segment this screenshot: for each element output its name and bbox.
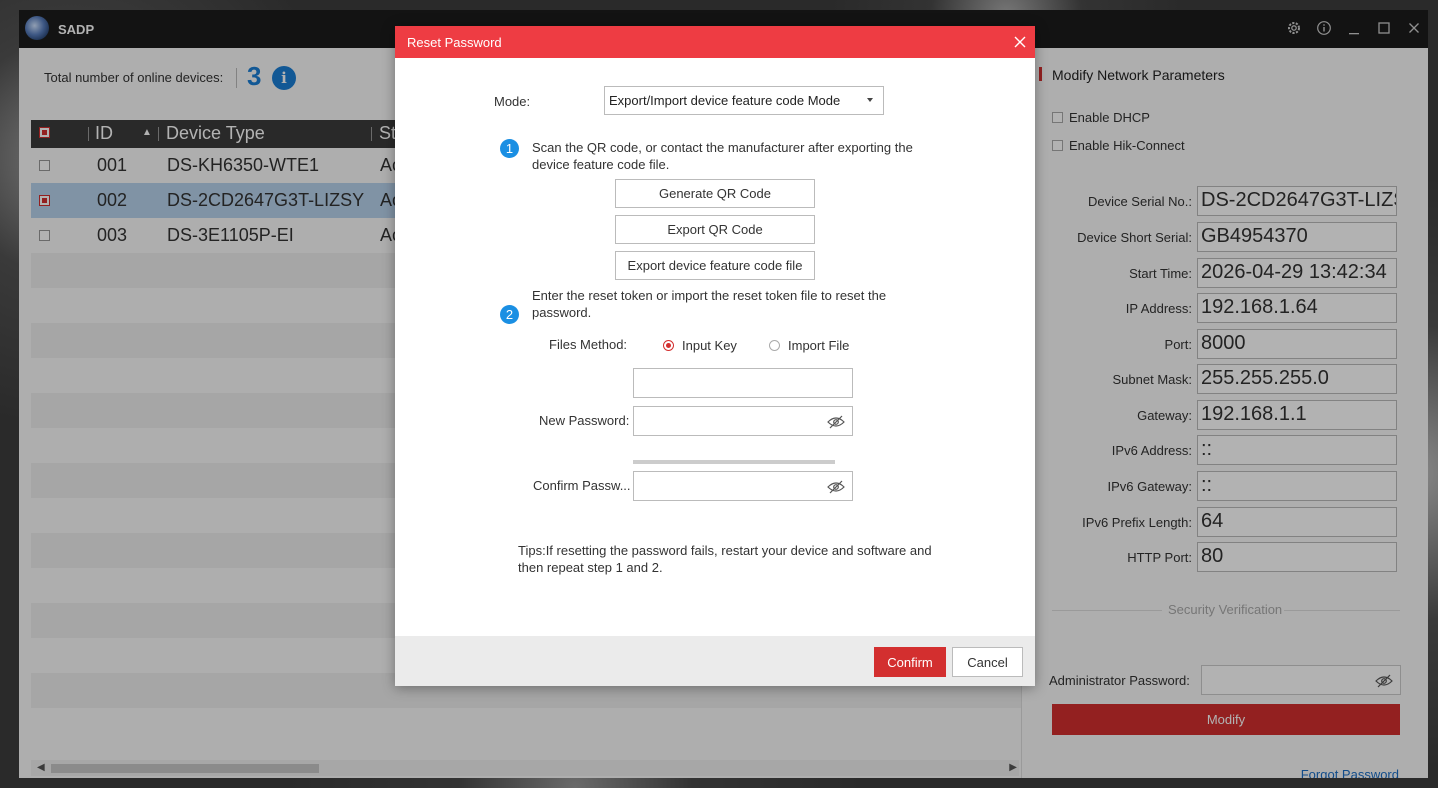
password-strength-bar	[633, 460, 835, 464]
confirm-button[interactable]: Confirm	[874, 647, 946, 677]
confirm-password-input[interactable]	[633, 471, 853, 501]
close-icon[interactable]	[1014, 31, 1026, 51]
generate-qr-code-button[interactable]: Generate QR Code	[615, 179, 815, 208]
input-key-radio[interactable]: Input Key	[663, 338, 737, 353]
import-file-label: Import File	[788, 338, 850, 353]
chevron-down-icon	[867, 98, 873, 102]
reset-key-input[interactable]	[633, 368, 853, 398]
dialog-title: Reset Password	[407, 35, 502, 50]
import-file-radio[interactable]: Import File	[769, 338, 849, 353]
dialog-header: Reset Password	[395, 26, 1035, 58]
export-qr-code-button[interactable]: Export QR Code	[615, 215, 815, 244]
files-method-label: Files Method:	[549, 337, 628, 352]
mode-label: Mode:	[494, 94, 531, 109]
dialog-footer: Confirm Cancel	[395, 636, 1035, 686]
sadp-window: SADP Total number of online devices: 3 i	[19, 10, 1428, 778]
step-1-text: Scan the QR code, or contact the manufac…	[532, 140, 913, 172]
radio-button[interactable]	[663, 340, 674, 351]
new-password-label: New Password:	[539, 413, 630, 428]
hide-password-icon[interactable]	[827, 415, 845, 429]
export-feature-code-file-button[interactable]: Export device feature code file	[615, 251, 815, 280]
step-2-badge: 2	[500, 305, 519, 324]
step-2-text: Enter the reset token or import the rese…	[532, 288, 887, 320]
input-key-label: Input Key	[682, 338, 737, 353]
step-1-badge: 1	[500, 139, 519, 158]
radio-button[interactable]	[769, 340, 780, 351]
cancel-button[interactable]: Cancel	[952, 647, 1023, 677]
mode-select[interactable]: Export/Import device feature code Mode	[604, 86, 884, 115]
new-password-input[interactable]	[633, 406, 853, 436]
reset-password-dialog: Reset Password Mode: Export/Import devic…	[395, 26, 1035, 686]
confirm-password-label: Confirm Passw...	[533, 478, 631, 493]
hide-password-icon[interactable]	[827, 480, 845, 494]
tips-text: Tips:If resetting the password fails, re…	[518, 543, 932, 575]
mode-select-value: Export/Import device feature code Mode	[609, 93, 841, 108]
